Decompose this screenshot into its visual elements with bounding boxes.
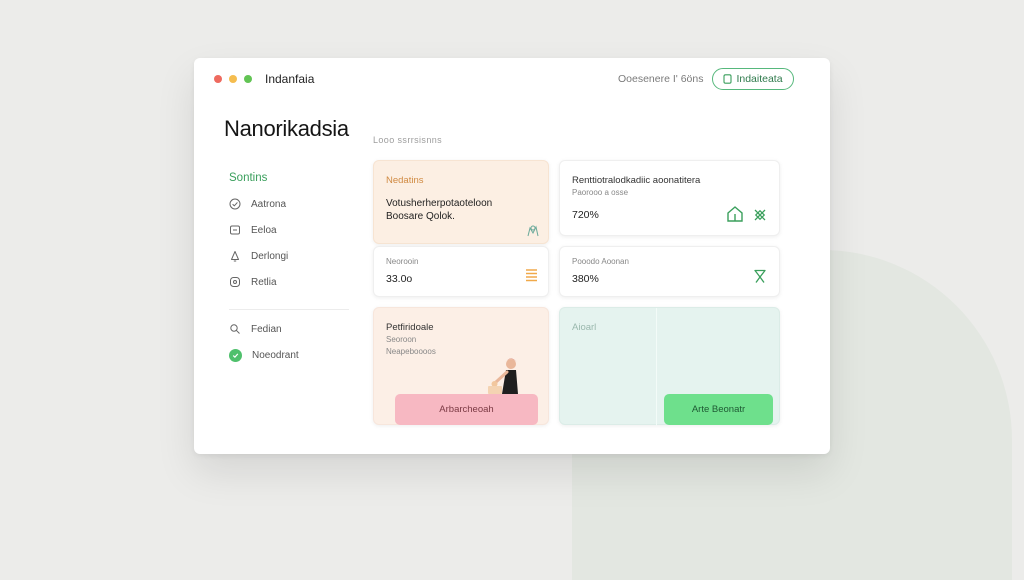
card-value: 720% — [572, 209, 599, 221]
card-body-line1: Votusherherpotaoteloon — [386, 198, 493, 209]
card-aioarl[interactable]: Aioarl Arte Beonatr — [559, 307, 780, 426]
card-subtitle: Neorooin — [386, 257, 419, 266]
sidebar-item-label: Derlongi — [251, 250, 289, 262]
card-subtitle: Seoroon — [386, 335, 417, 344]
sidebar-item-fedian[interactable]: Fedian — [229, 321, 282, 337]
sidebar-header[interactable]: Sontins — [229, 172, 267, 184]
check-circle-icon — [229, 198, 241, 210]
card-title: Nedatins — [386, 175, 424, 186]
green-badge-icon — [229, 348, 242, 362]
card-title: Aioarl — [572, 322, 597, 333]
card-renttiotralodkadiic[interactable]: Renttiotralodkadiic aoonatitera Paorooo … — [559, 160, 780, 236]
card-subtitle: Pooodo Aoonan — [572, 257, 629, 266]
close-window-dot[interactable] — [214, 75, 222, 83]
sidebar-item-noeodrant[interactable]: Noeodrant — [229, 347, 299, 363]
sidebar-item-retlia[interactable]: Retlia — [229, 274, 277, 290]
pin-icon — [230, 324, 240, 334]
app-window: Indanfaia Ooesenere I' 6öns Indaiteata N… — [194, 58, 830, 454]
status-text: Ooesenere I' 6öns — [618, 73, 704, 85]
sidebar-item-label: Fedian — [251, 323, 282, 335]
top-action-label: Indaiteata — [736, 73, 783, 85]
sidebar-item-label: Eeloa — [251, 224, 277, 236]
card-value: 380% — [572, 273, 599, 285]
sidebar-item-eeloa[interactable]: Eeloa — [229, 222, 277, 238]
top-action-button[interactable]: Indaiteata — [712, 68, 794, 90]
square-icon — [230, 225, 240, 235]
sidebar-item-label: Retlia — [251, 276, 277, 288]
maximize-window-dot[interactable] — [244, 75, 252, 83]
badge-icon — [230, 277, 240, 287]
person-illustration — [488, 358, 518, 394]
minimize-window-dot[interactable] — [229, 75, 237, 83]
card-title: Petfiridoale — [386, 322, 434, 333]
document-icon — [723, 74, 732, 84]
card-subtitle: Neapeboooos — [386, 347, 436, 356]
sidebar-item-derlongi[interactable]: Derlongi — [229, 248, 288, 264]
breadcrumb: Looo ssrrsisnns — [373, 135, 443, 145]
card-divider — [656, 308, 657, 426]
house-icon — [727, 206, 743, 222]
card-title: Renttiotralodkadiic aoonatitera — [572, 175, 701, 186]
sidebar-item-label: Aatrona — [251, 198, 287, 210]
card-subtitle: Paorooo a osse — [572, 188, 629, 197]
card-pooodo-aoonan[interactable]: Pooodo Aoonan 380% — [559, 246, 780, 297]
tree-icon — [527, 225, 539, 237]
card-body-line2: Boosare Qolok. — [386, 211, 455, 222]
bars-icon — [526, 269, 537, 282]
card-petfiridoale[interactable]: Petfiridoale Seoroon Neapeboooos Arbarch… — [373, 307, 549, 425]
card-neorooin[interactable]: Neorooin 33.0o — [373, 246, 549, 297]
card-nedatins[interactable]: Nedatins Votusherherpotaoteloon Boosare … — [373, 160, 549, 244]
window-controls — [214, 75, 252, 83]
hourglass-icon — [754, 269, 766, 283]
arte-beonatr-button[interactable]: Arte Beonatr — [664, 394, 773, 425]
page-title: Nanorikadsia — [224, 116, 349, 141]
sidebar-item-aatrona[interactable]: Aatrona — [229, 196, 286, 212]
sidebar-divider — [229, 309, 349, 310]
app-title: Indanfaia — [265, 72, 315, 86]
sidebar-item-label: Noeodrant — [252, 349, 299, 361]
pattern-icon — [754, 209, 766, 221]
card-value: 33.0o — [386, 273, 413, 285]
arbarcheoah-button[interactable]: Arbarcheoah — [395, 394, 538, 425]
bell-icon — [231, 251, 239, 262]
